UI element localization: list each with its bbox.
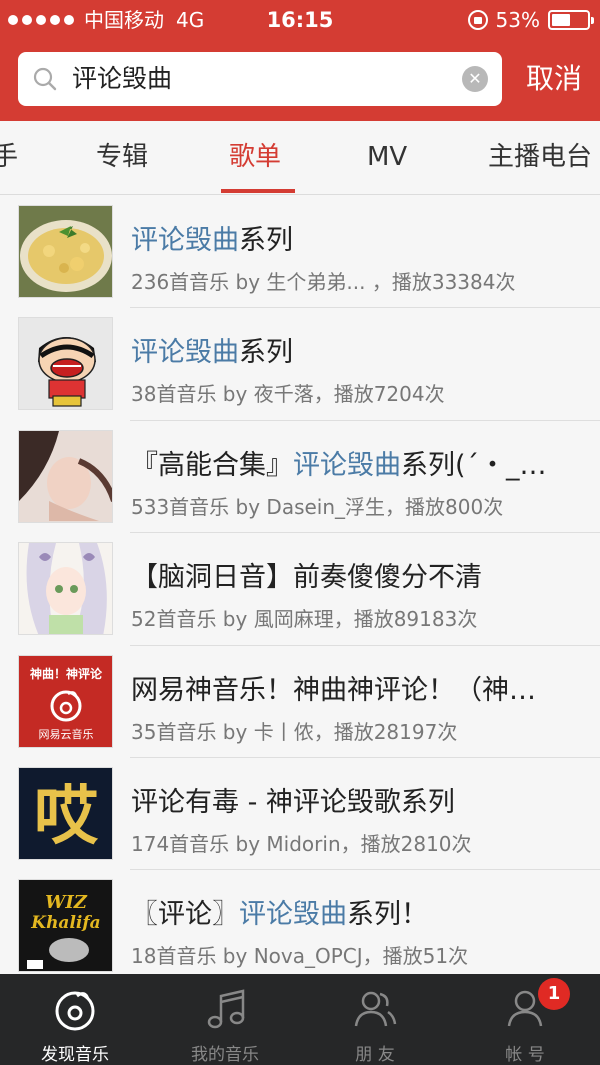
playlist-meta: 52首音乐 by 風岡麻理，播放89183次 — [131, 607, 478, 632]
playlist-cover — [18, 429, 113, 523]
rotation-lock-icon — [467, 10, 488, 30]
list-item[interactable]: 【脑洞日音】前奏傻傻分不清 52首音乐 by 風岡麻理，播放89183次 — [0, 533, 600, 646]
search-bar[interactable]: 评论毁曲 ✕ — [18, 52, 502, 106]
playlist-title: 评论有毒 - 神评论毁歌系列 — [131, 786, 455, 818]
tabbar-label: 朋 友 — [355, 1045, 395, 1065]
list-item[interactable]: 『高能合集』评论毁曲系列(´・_… 533首音乐 by Dasein_浮生，播放… — [0, 421, 600, 534]
playlist-title: 网易神音乐！神曲神评论！（神… — [131, 674, 536, 706]
tabbar-discover[interactable]: 发现音乐 — [0, 974, 150, 1065]
playlist-cover: WIZ Khalifa — [18, 879, 113, 973]
battery-icon — [548, 10, 594, 30]
tabbar-account[interactable]: 1 帐 号 — [450, 974, 600, 1065]
playlist-cover: 哎 — [18, 766, 113, 860]
cover-text: Khalifa — [30, 913, 100, 933]
list-item[interactable]: 哎 评论有毒 - 神评论毁歌系列 174首音乐 by Midorin，播放281… — [0, 758, 600, 871]
music-note-icon — [207, 989, 245, 1029]
playlist-title: 评论毁曲系列 — [131, 337, 293, 369]
playlist-cover: 神曲！神评论 网易云音乐 — [18, 654, 113, 748]
tab-album[interactable]: 专辑 — [96, 121, 148, 194]
playlist-results: 评论毁曲系列 236首音乐 by 生个弟弟... ，播放33384次 评论毁曲系… — [0, 196, 600, 974]
tabbar-label: 发现音乐 — [41, 1045, 109, 1065]
battery-percent: 53% — [495, 8, 540, 32]
playlist-cover — [18, 205, 113, 298]
tab-playlist[interactable]: 歌单 — [229, 121, 281, 194]
tab-radio[interactable]: 主播电台 — [488, 121, 592, 194]
list-item[interactable]: 评论毁曲系列 236首音乐 by 生个弟弟... ，播放33384次 — [0, 196, 600, 309]
playlist-title: 【脑洞日音】前奏傻傻分不清 — [131, 562, 482, 594]
cover-text: WIZ — [45, 892, 88, 913]
active-tab-indicator — [221, 189, 295, 193]
list-item[interactable]: 评论毁曲系列 38首音乐 by 夜千落，播放7204次 — [0, 308, 600, 421]
list-item[interactable]: WIZ Khalifa 〖评论〗评论毁曲系列！ 18首音乐 by Nova_OP… — [0, 870, 600, 974]
cover-text: 哎 — [34, 779, 99, 854]
playlist-meta: 174首音乐 by Midorin，播放2810次 — [131, 831, 472, 856]
bottom-tab-bar: 发现音乐 我的音乐 朋 友 1 帐 号 — [0, 974, 600, 1065]
tabbar-label: 我的音乐 — [191, 1045, 259, 1065]
clear-search-icon[interactable]: ✕ — [462, 66, 488, 92]
search-category-tabs: 手 专辑 歌单 MV 主播电台 — [0, 121, 600, 195]
tabbar-my-music[interactable]: 我的音乐 — [150, 974, 300, 1065]
list-item[interactable]: 神曲！神评论 网易云音乐 网易神音乐！神曲神评论！（神… 35首音乐 by 卡丨… — [0, 646, 600, 758]
tab-singer[interactable]: 手 — [0, 121, 18, 194]
playlist-title: 评论毁曲系列 — [131, 225, 293, 256]
cancel-button[interactable]: 取消 — [526, 52, 582, 106]
search-input[interactable]: 评论毁曲 — [72, 52, 172, 106]
playlist-meta: 38首音乐 by 夜千落，播放7204次 — [131, 382, 445, 407]
playlist-title: 『高能合集』评论毁曲系列(´・_… — [131, 449, 547, 481]
playlist-title: 〖评论〗评论毁曲系列！ — [131, 899, 428, 931]
battery-level — [552, 14, 571, 26]
tabbar-friends[interactable]: 朋 友 — [300, 974, 450, 1065]
playlist-meta: 236首音乐 by 生个弟弟... ，播放33384次 — [131, 270, 516, 294]
playlist-meta: 18首音乐 by Nova_OPCJ，播放51次 — [131, 944, 469, 969]
status-bar: 中国移动 4G 16:15 53% — [0, 0, 600, 40]
notification-badge: 1 — [538, 978, 570, 1010]
playlist-cover — [18, 317, 113, 411]
netease-music-icon — [55, 991, 95, 1031]
tab-mv[interactable]: MV — [367, 121, 407, 194]
search-icon — [33, 67, 57, 91]
playlist-cover — [18, 542, 113, 636]
app-header: 中国移动 4G 16:15 53% 评论毁曲 ✕ 取消 — [0, 0, 600, 121]
tabbar-label: 帐 号 — [505, 1045, 545, 1065]
playlist-meta: 533首音乐 by Dasein_浮生，播放800次 — [131, 494, 504, 519]
cover-text: 网易云音乐 — [39, 727, 94, 741]
playlist-meta: 35首音乐 by 卡丨侬，播放28197次 — [131, 719, 458, 744]
friends-icon — [354, 991, 397, 1027]
cover-text: 神曲！神评论 — [30, 666, 103, 681]
